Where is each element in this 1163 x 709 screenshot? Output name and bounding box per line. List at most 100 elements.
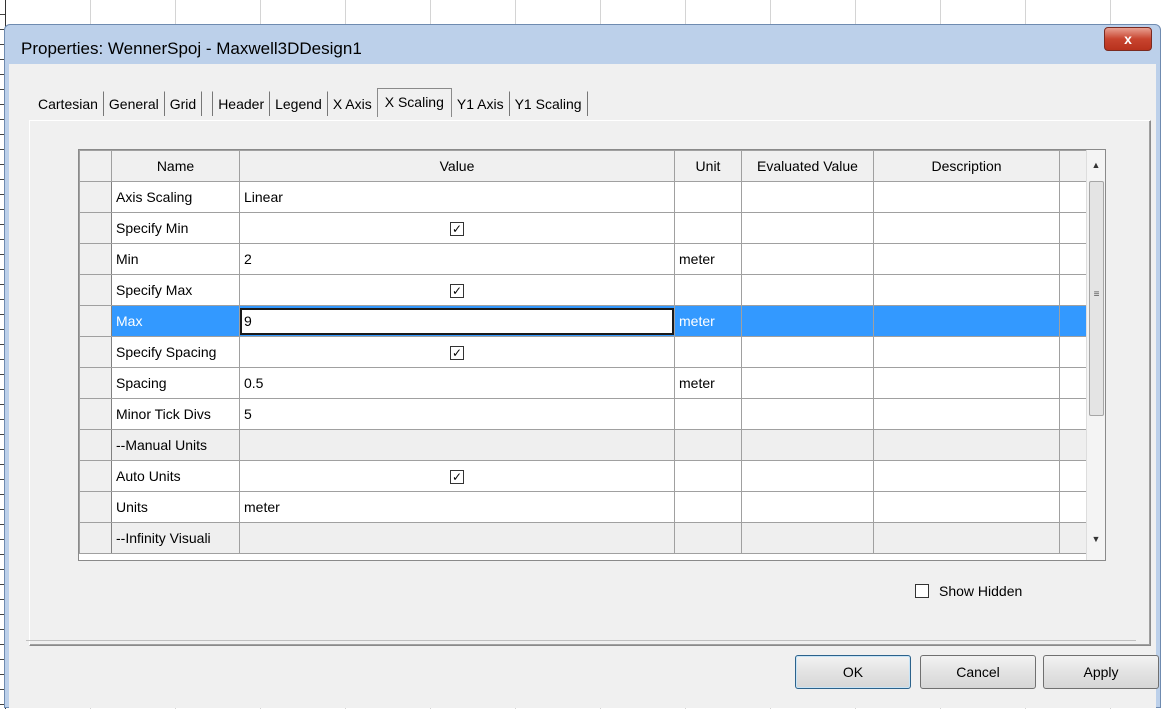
property-name: Auto Units: [111, 460, 240, 492]
property-description: [873, 429, 1060, 461]
property-value[interactable]: ✓: [239, 212, 675, 244]
column-header-spacer: [1059, 150, 1088, 182]
scrollbar-thumb[interactable]: ≡: [1089, 181, 1104, 416]
property-description: [873, 274, 1060, 306]
property-description: [873, 243, 1060, 275]
property-evaluated-value: [741, 367, 874, 399]
property-description: [873, 336, 1060, 368]
table-row[interactable]: Axis Scaling Linear: [79, 181, 1088, 213]
scroll-up-arrow-icon[interactable]: ▲: [1087, 156, 1105, 174]
property-description: [873, 305, 1060, 337]
ok-button[interactable]: OK: [795, 655, 911, 689]
table-row[interactable]: Spacing 0.5 meter: [79, 367, 1088, 399]
scrollbar-grip-icon: ≡: [1093, 289, 1100, 300]
property-name: Specify Min: [111, 212, 240, 244]
property-description: [873, 367, 1060, 399]
property-name: Specify Max: [111, 274, 240, 306]
table-row[interactable]: Auto Units ✓: [79, 460, 1088, 492]
table-row[interactable]: Minor Tick Divs 5: [79, 398, 1088, 430]
row-header[interactable]: [79, 398, 112, 430]
property-name: --Manual Units: [111, 429, 240, 461]
table-row[interactable]: Specify Spacing ✓: [79, 336, 1088, 368]
row-header[interactable]: [79, 460, 112, 492]
show-hidden-control[interactable]: Show Hidden: [915, 583, 1022, 599]
property-description: [873, 460, 1060, 492]
table-row[interactable]: Units meter: [79, 491, 1088, 523]
tab-grid[interactable]: Grid: [165, 91, 203, 116]
property-description: [873, 491, 1060, 523]
table-row-section[interactable]: --Manual Units: [79, 429, 1088, 461]
column-header-evaluated-value[interactable]: Evaluated Value: [741, 150, 874, 182]
row-header[interactable]: [79, 367, 112, 399]
apply-button[interactable]: Apply: [1043, 655, 1159, 689]
property-evaluated-value: [741, 212, 874, 244]
scroll-down-arrow-icon[interactable]: ▼: [1087, 530, 1105, 548]
property-name: Spacing: [111, 367, 240, 399]
property-value[interactable]: 2: [239, 243, 675, 275]
row-header[interactable]: [79, 429, 112, 461]
show-hidden-checkbox[interactable]: [915, 584, 929, 598]
property-unit: [674, 491, 742, 523]
auto-units-checkbox[interactable]: ✓: [450, 470, 464, 484]
column-header-unit[interactable]: Unit: [674, 150, 742, 182]
specify-min-checkbox[interactable]: ✓: [450, 222, 464, 236]
specify-spacing-checkbox[interactable]: ✓: [450, 346, 464, 360]
property-name: Axis Scaling: [111, 181, 240, 213]
property-unit[interactable]: meter: [674, 367, 742, 399]
table-row-section[interactable]: --Infinity Visuali: [79, 522, 1088, 554]
tab-header[interactable]: Header: [212, 91, 271, 116]
close-button[interactable]: x: [1104, 27, 1152, 51]
tab-y1-axis[interactable]: Y1 Axis: [452, 91, 510, 116]
column-header-value[interactable]: Value: [239, 150, 675, 182]
column-header-description[interactable]: Description: [873, 150, 1060, 182]
property-name: Max: [111, 305, 240, 337]
row-spacer: [1059, 491, 1088, 523]
property-name: Units: [111, 491, 240, 523]
property-evaluated-value: [741, 181, 874, 213]
row-header[interactable]: [79, 212, 112, 244]
row-header[interactable]: [79, 336, 112, 368]
property-value[interactable]: 9: [239, 305, 675, 337]
row-header[interactable]: [79, 274, 112, 306]
table-row-selected[interactable]: Max 9 meter: [79, 305, 1088, 337]
property-value[interactable]: 0.5: [239, 367, 675, 399]
property-value[interactable]: ✓: [239, 336, 675, 368]
property-unit[interactable]: meter: [674, 243, 742, 275]
row-spacer: [1059, 367, 1088, 399]
row-header[interactable]: [79, 522, 112, 554]
property-unit: [674, 429, 742, 461]
tab-x-scaling[interactable]: X Scaling: [376, 88, 452, 117]
row-header[interactable]: [79, 491, 112, 523]
tab-legend[interactable]: Legend: [270, 91, 328, 116]
row-spacer: [1059, 522, 1088, 554]
row-header[interactable]: [79, 243, 112, 275]
property-value[interactable]: ✓: [239, 460, 675, 492]
property-value[interactable]: meter: [239, 491, 675, 523]
tab-y1-scaling[interactable]: Y1 Scaling: [510, 91, 588, 116]
property-unit: [674, 522, 742, 554]
table-row[interactable]: Specify Max ✓: [79, 274, 1088, 306]
property-value[interactable]: Linear: [239, 181, 675, 213]
property-value[interactable]: ✓: [239, 274, 675, 306]
table-row[interactable]: Specify Min ✓: [79, 212, 1088, 244]
property-unit[interactable]: meter: [674, 305, 742, 337]
cancel-button[interactable]: Cancel: [920, 655, 1036, 689]
tab-general[interactable]: General: [104, 91, 165, 116]
specify-max-checkbox[interactable]: ✓: [450, 284, 464, 298]
property-evaluated-value: [741, 336, 874, 368]
property-name: Specify Spacing: [111, 336, 240, 368]
row-header[interactable]: [79, 305, 112, 337]
column-header-name[interactable]: Name: [111, 150, 240, 182]
property-name: Min: [111, 243, 240, 275]
max-value-input[interactable]: 9: [240, 307, 674, 335]
property-value[interactable]: 5: [239, 398, 675, 430]
table-row[interactable]: Min 2 meter: [79, 243, 1088, 275]
row-spacer: [1059, 212, 1088, 244]
property-unit[interactable]: [674, 181, 742, 213]
tab-cartesian[interactable]: Cartesian: [33, 91, 104, 116]
row-header[interactable]: [79, 181, 112, 213]
row-spacer: [1059, 181, 1088, 213]
vertical-scrollbar[interactable]: ▲ ≡ ▼: [1086, 150, 1105, 560]
tab-x-axis[interactable]: X Axis: [328, 91, 377, 116]
title-bar[interactable]: Properties: WennerSpoj - Maxwell3DDesign…: [5, 25, 1160, 67]
